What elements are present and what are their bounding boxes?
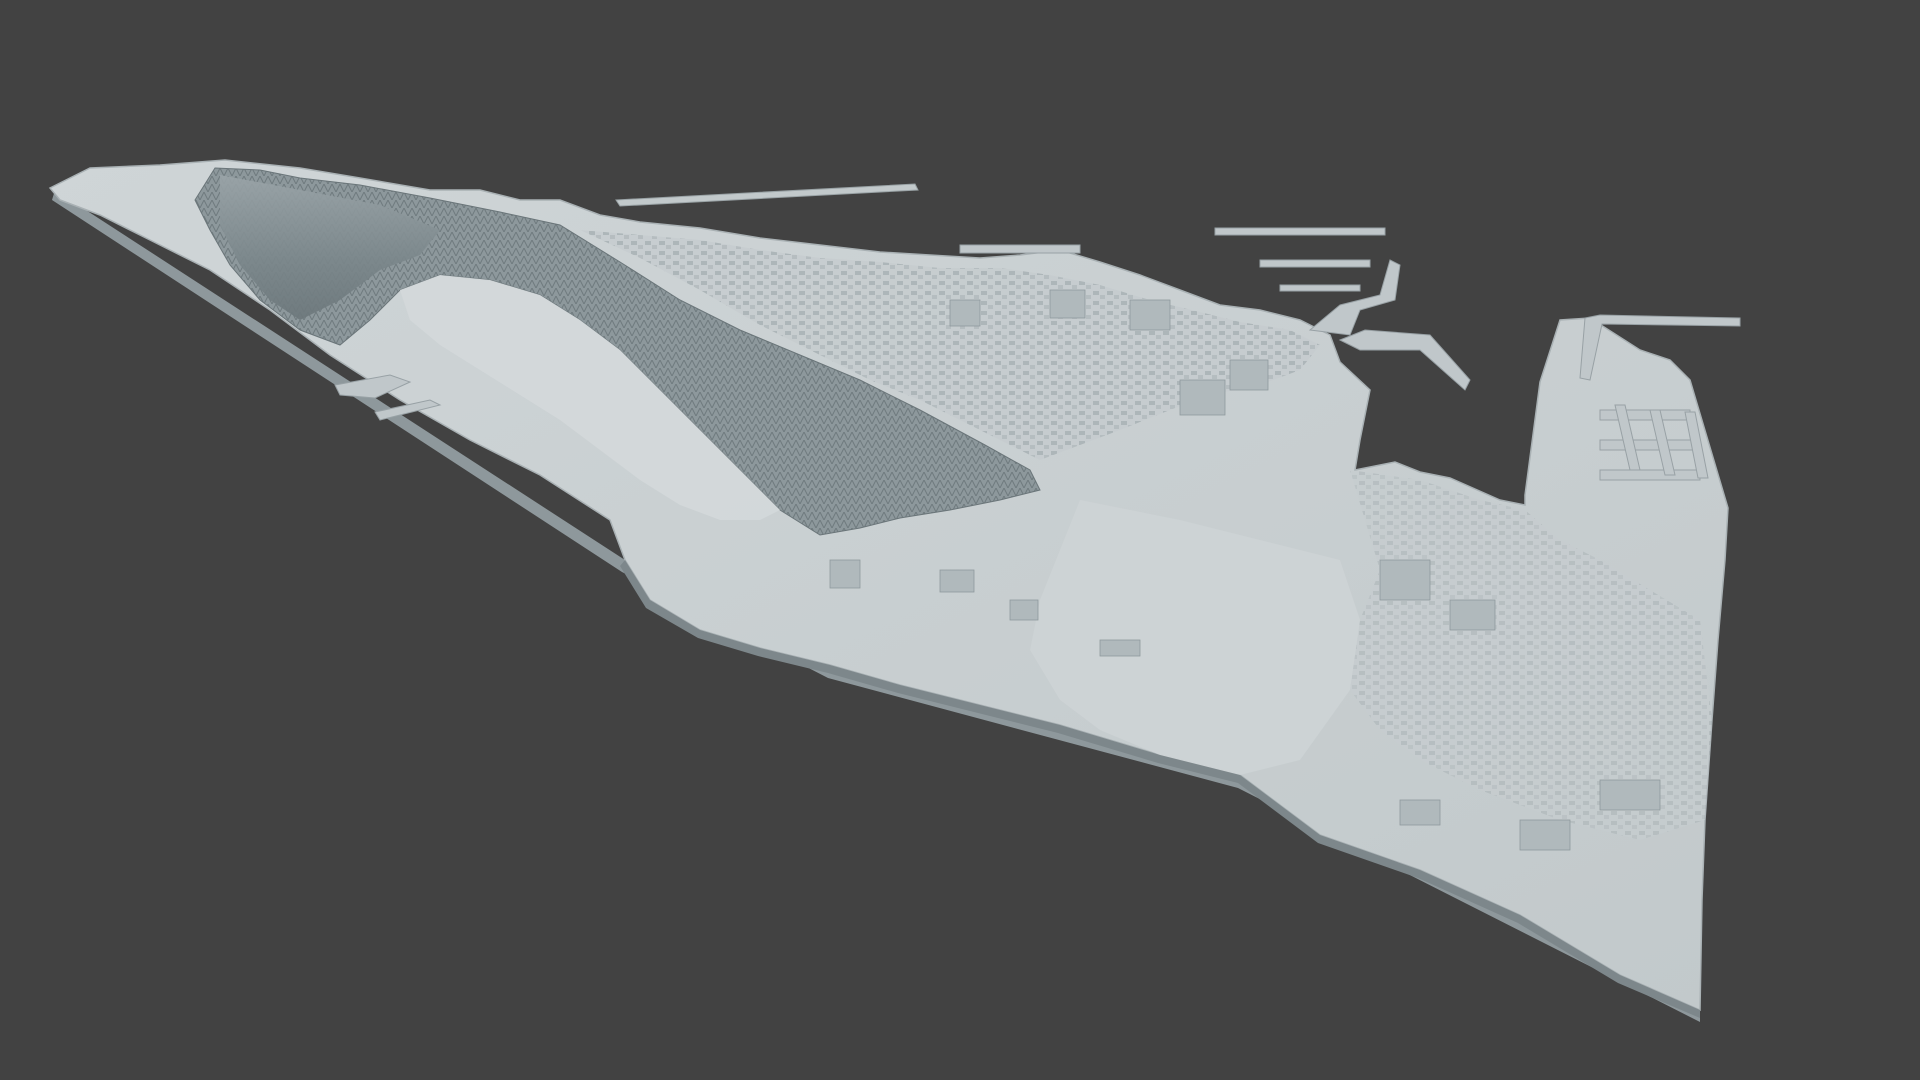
north-breakwater <box>615 183 919 207</box>
terrain-render <box>48 159 1741 1022</box>
3d-viewport[interactable] <box>0 0 1920 1080</box>
